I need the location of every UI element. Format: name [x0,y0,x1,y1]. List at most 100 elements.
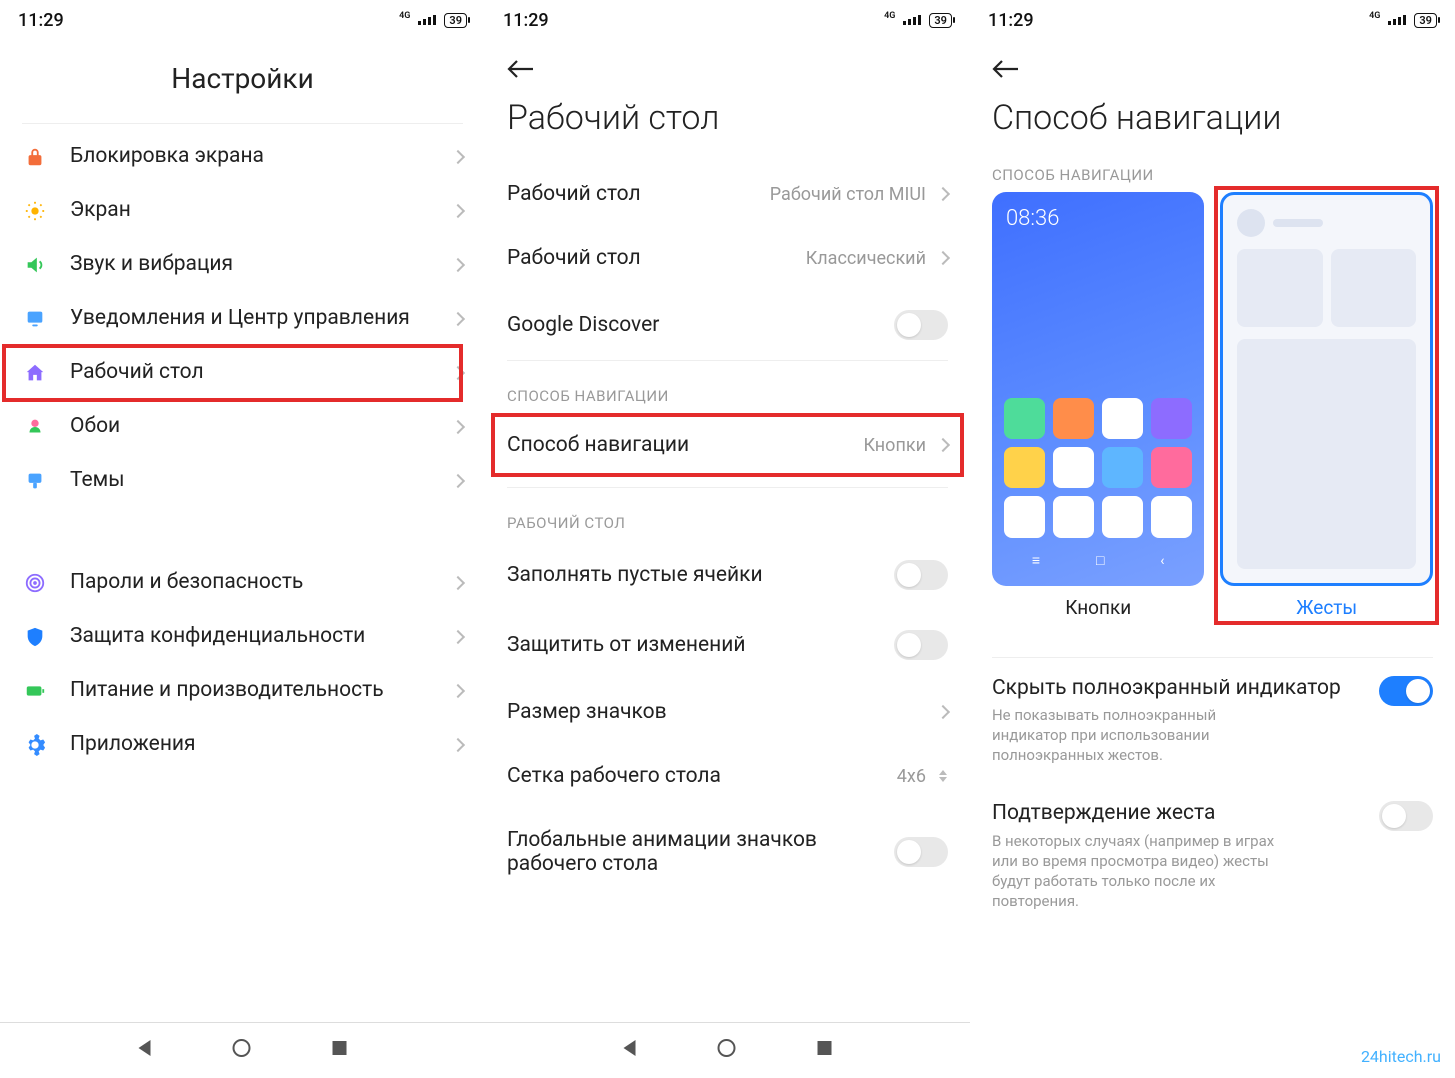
preview-app-grid [1004,398,1193,537]
status-time: 11:29 [18,10,64,31]
network-gen: 4G [399,11,410,21]
nav-recents-button[interactable] [333,1041,347,1055]
row-label: Google Discover [507,313,882,337]
bell-icon [22,306,48,332]
row-sound[interactable]: Звук и вибрация [0,238,485,292]
nav-option-gestures[interactable]: Жесты [1220,192,1433,619]
row-value: 4x6 [897,766,926,787]
row-home-screen[interactable]: Рабочий стол [0,346,485,400]
signal-icon [418,15,436,25]
nav-back-button[interactable] [623,1040,635,1056]
setting-desc: Не показывать полноэкранный индикатор пр… [992,705,1283,766]
nav-home-button[interactable] [717,1039,735,1057]
battery-icon: 39 [444,13,467,28]
row-label: Защита конфиденциальности [70,624,431,649]
row-grid[interactable]: Сетка рабочего стола 4x6 [507,744,948,808]
android-nav-bar [485,1022,970,1078]
chevron-right-icon [451,366,465,380]
settings-list-group-2: Пароли и безопасность Защита конфиденциа… [0,550,485,778]
preview-time: 08:36 [1006,206,1059,231]
signal-icon [903,15,921,25]
status-right: 4G 39 [1369,13,1437,28]
row-label: Способ навигации [507,433,851,457]
row-apps[interactable]: Приложения [0,718,485,772]
chevron-right-icon [451,576,465,590]
brush-icon [22,468,48,494]
toggle-hide-indicator[interactable] [1379,676,1433,706]
status-bar: 11:29 4G 39 [485,0,970,40]
toggle-fill-empty[interactable] [894,560,948,590]
phone-screen-nav-method: 11:29 4G 39 Способ навигации СПОСОБ НАВИ… [970,0,1455,1078]
chevron-right-icon [451,738,465,752]
nav-option-buttons[interactable]: 08:36 ≡□‹ Кнопки [992,192,1205,619]
status-time: 11:29 [988,10,1034,31]
row-label: Пароли и безопасность [70,570,431,595]
row-label: Рабочий стол [507,182,758,206]
row-value: Кнопки [863,435,926,456]
toggle-animations[interactable] [894,837,948,867]
network-gen: 4G [1369,11,1380,21]
row-label: Рабочий стол [507,246,794,270]
status-bar: 11:29 4G 39 [0,0,485,40]
row-label: Уведомления и Центр управления [70,306,431,331]
row-wallpaper[interactable]: Обои [0,400,485,454]
chevron-right-icon [451,684,465,698]
row-label: Размер значков [507,700,926,724]
nav-home-button[interactable] [232,1039,250,1057]
section-home-screen: РАБОЧИЙ СТОЛ [507,488,948,540]
chevron-right-icon [451,258,465,272]
row-fill-empty[interactable]: Заполнять пустые ячейки [507,540,948,610]
row-lock-layout[interactable]: Защитить от изменений [507,610,948,680]
nav-option-label: Жесты [1296,596,1357,619]
row-themes[interactable]: Темы [0,454,485,508]
phone-screen-home-settings: 11:29 4G 39 Рабочий стол Рабочий стол Ра… [485,0,970,1078]
chevron-right-icon [451,420,465,434]
status-right: 4G 39 [884,13,952,28]
row-label: Защитить от изменений [507,633,882,657]
row-launcher[interactable]: Рабочий стол Рабочий стол MIUI [507,162,948,226]
fingerprint-icon [22,570,48,596]
row-lockscreen[interactable]: Блокировка экрана [0,130,485,184]
row-label: Темы [70,468,431,493]
row-hide-indicator[interactable]: Скрыть полноэкранный индикатор Не показы… [992,658,1433,784]
setting-title: Подтверждение жеста [992,801,1365,826]
chevron-right-icon [451,204,465,218]
toggle-discover[interactable] [894,310,948,340]
row-discover[interactable]: Google Discover [507,290,948,360]
home-icon [22,360,48,386]
row-style[interactable]: Рабочий стол Классический [507,226,948,290]
nav-method-content: СПОСОБ НАВИГАЦИИ 08:36 ≡□‹ Кнопки [970,162,1455,930]
page-title: Способ навигации [970,90,1455,162]
row-display[interactable]: Экран [0,184,485,238]
nav-back-button[interactable] [138,1040,150,1056]
chevron-right-icon [936,187,950,201]
toggle-lock-layout[interactable] [894,630,948,660]
row-nav-method[interactable]: Способ навигации Кнопки [507,413,948,477]
row-passwords[interactable]: Пароли и безопасность [0,556,485,610]
row-icon-size[interactable]: Размер значков [507,680,948,744]
chevron-right-icon [451,474,465,488]
status-right: 4G 39 [399,13,467,28]
row-confirm-gesture[interactable]: Подтверждение жеста В некоторых случаях … [992,783,1433,929]
back-button[interactable] [970,40,1455,90]
toggle-confirm-gesture[interactable] [1379,801,1433,831]
phone-screen-settings: 11:29 4G 39 Настройки Блокировка экрана [0,0,485,1078]
row-label: Блокировка экрана [70,144,431,169]
chevron-right-icon [936,251,950,265]
stepper-icon[interactable] [938,770,948,782]
nav-recents-button[interactable] [818,1041,832,1055]
battery-icon: 39 [1414,13,1437,28]
chevron-right-icon [451,312,465,326]
chevron-right-icon [936,438,950,452]
chevron-right-icon [451,150,465,164]
battery-icon: 39 [929,13,952,28]
section-nav-method: СПОСОБ НАВИГАЦИИ [507,361,948,413]
row-battery[interactable]: Питание и производительность [0,664,485,718]
back-button[interactable] [485,40,970,90]
chevron-right-icon [451,630,465,644]
shield-icon [22,624,48,650]
row-privacy[interactable]: Защита конфиденциальности [0,610,485,664]
row-animations[interactable]: Глобальные анимации значков рабочего сто… [507,808,948,896]
row-notifications[interactable]: Уведомления и Центр управления [0,292,485,346]
setting-desc: В некоторых случаях (например в играх ил… [992,831,1283,912]
